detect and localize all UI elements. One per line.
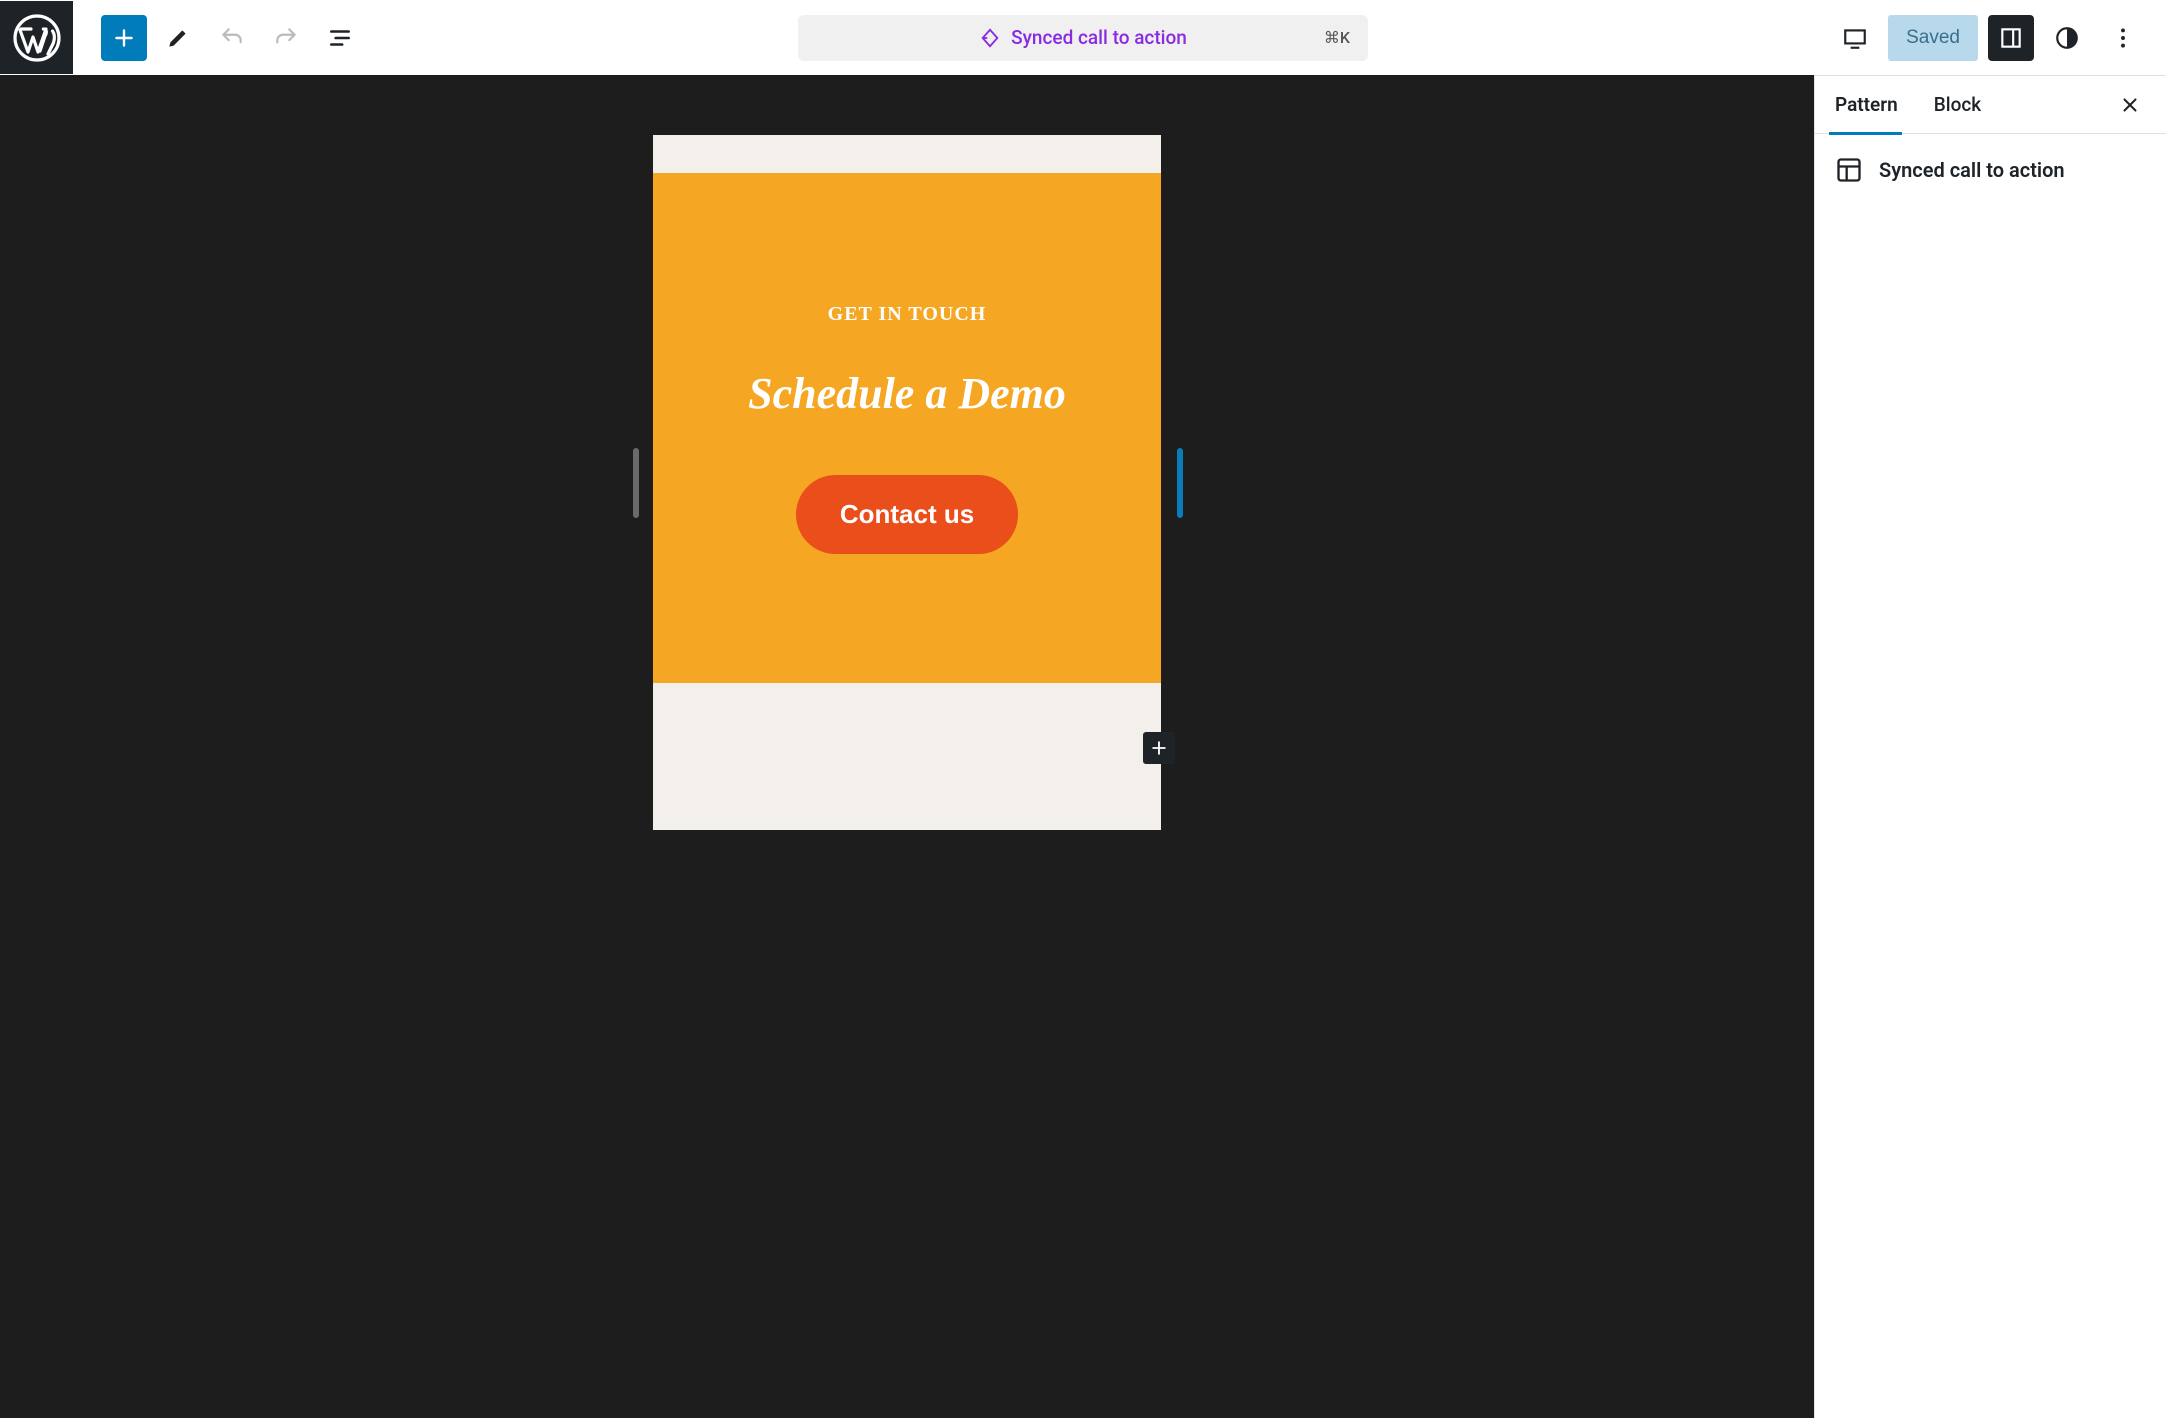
top-toolbar: Synced call to action ⌘K Saved: [0, 0, 2166, 75]
save-button: Saved: [1888, 15, 1978, 61]
command-shortcut: ⌘K: [1324, 28, 1350, 47]
add-block-button[interactable]: [1143, 732, 1175, 764]
settings-sidebar: Pattern Block Synced call to action: [1814, 75, 2166, 1418]
close-icon: [2119, 94, 2141, 116]
main-body: GET IN TOUCH Schedule a Demo Contact us …: [0, 75, 2166, 1418]
editor-canvas[interactable]: GET IN TOUCH Schedule a Demo Contact us: [0, 75, 1814, 1418]
synced-pattern-icon: [979, 27, 1001, 49]
sidebar-content: Synced call to action: [1815, 134, 2166, 206]
undo-button[interactable]: [209, 15, 255, 61]
list-view-icon: [327, 25, 353, 51]
settings-sidebar-toggle[interactable]: [1988, 15, 2034, 61]
pattern-title: Synced call to action: [1879, 158, 2065, 182]
desktop-icon: [1842, 25, 1868, 51]
toolbar-left-group: [73, 15, 363, 61]
cta-eyebrow[interactable]: GET IN TOUCH: [828, 303, 987, 326]
cta-heading[interactable]: Schedule a Demo: [748, 368, 1066, 419]
tools-button[interactable]: [155, 15, 201, 61]
styles-icon: [2054, 25, 2080, 51]
document-overview-button[interactable]: [317, 15, 363, 61]
redo-icon: [273, 25, 299, 51]
wordpress-logo[interactable]: [0, 1, 73, 74]
view-button[interactable]: [1832, 15, 1878, 61]
plus-icon: [111, 25, 137, 51]
resize-handle-left[interactable]: [633, 448, 639, 518]
cta-button[interactable]: Contact us: [796, 475, 1018, 554]
plus-icon: [1149, 738, 1169, 758]
sidebar-tabs: Pattern Block: [1815, 76, 2166, 134]
tab-pattern[interactable]: Pattern: [1835, 75, 1910, 134]
toolbar-right-group: Saved: [1832, 15, 2166, 61]
more-vertical-icon: [2110, 25, 2136, 51]
options-button[interactable]: [2100, 15, 2146, 61]
canvas-frame[interactable]: GET IN TOUCH Schedule a Demo Contact us: [653, 135, 1161, 830]
styles-button[interactable]: [2044, 15, 2090, 61]
resize-handle-right[interactable]: [1177, 448, 1183, 518]
pencil-icon: [165, 25, 191, 51]
wordpress-icon: [13, 14, 61, 62]
tab-block[interactable]: Block: [1934, 75, 1993, 134]
undo-icon: [219, 25, 245, 51]
cta-block[interactable]: GET IN TOUCH Schedule a Demo Contact us: [653, 173, 1161, 683]
document-title-bar[interactable]: Synced call to action ⌘K: [798, 15, 1368, 61]
document-title: Synced call to action: [1011, 26, 1187, 49]
block-inserter-button[interactable]: [101, 15, 147, 61]
sidebar-icon: [1998, 25, 2024, 51]
redo-button[interactable]: [263, 15, 309, 61]
pattern-summary-row[interactable]: Synced call to action: [1835, 156, 2146, 184]
close-sidebar-button[interactable]: [2114, 89, 2146, 121]
template-icon: [1835, 156, 1863, 184]
